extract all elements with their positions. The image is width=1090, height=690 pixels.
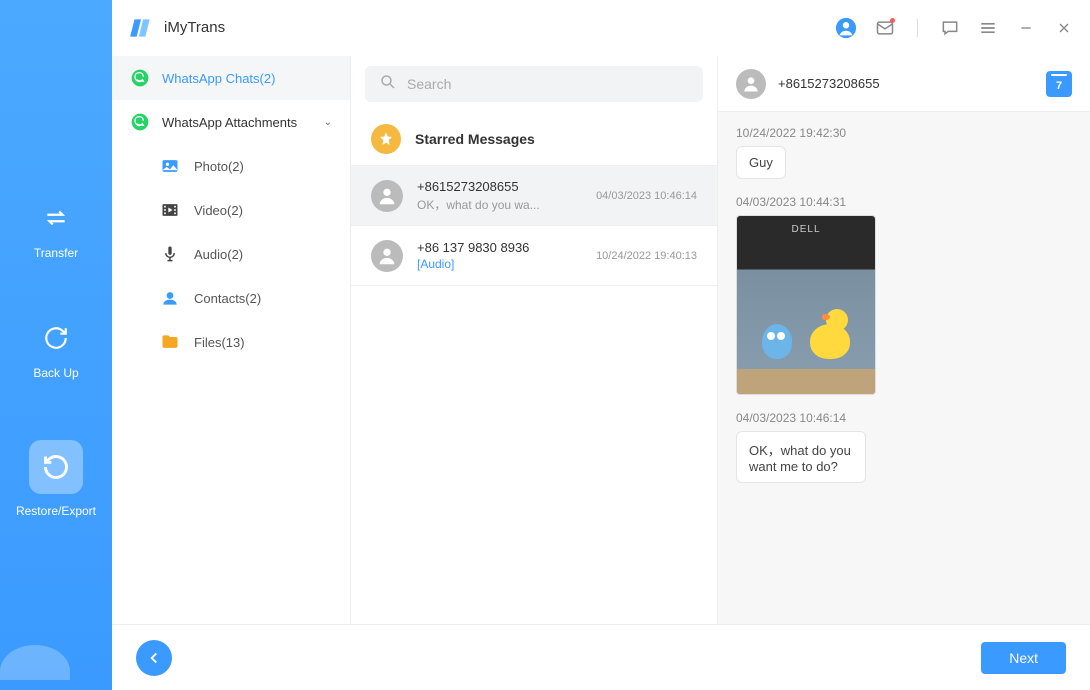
minimize-icon[interactable] <box>1016 18 1036 38</box>
category-contacts[interactable]: Contacts(2) <box>112 276 350 320</box>
conversation-header: +8615273208655 7 <box>718 56 1090 112</box>
avatar-icon <box>371 240 403 272</box>
nav-transfer-label: Transfer <box>34 246 78 260</box>
next-button[interactable]: Next <box>981 642 1066 674</box>
close-icon[interactable] <box>1054 18 1074 38</box>
header-icons <box>835 17 1074 39</box>
footer-bar: Next <box>112 624 1090 690</box>
transfer-icon <box>38 200 74 236</box>
category-video-label: Video(2) <box>194 203 243 218</box>
search-box[interactable] <box>365 66 703 102</box>
header-divider <box>917 19 918 37</box>
conversation-title: +8615273208655 <box>778 76 1034 91</box>
category-attachments-label: WhatsApp Attachments <box>162 115 297 130</box>
nav-backup-label: Back Up <box>33 366 78 380</box>
left-sidebar: Transfer Back Up Restore/Export <box>0 0 112 690</box>
conversation-panel: +8615273208655 7 10/24/2022 19:42:30 Guy… <box>718 56 1090 624</box>
category-whatsapp-attachments[interactable]: WhatsApp Attachments ⌄ <box>112 100 350 144</box>
audio-icon <box>160 244 180 264</box>
message-1: 04/03/2023 10:44:31 <box>736 195 1072 395</box>
avatar-icon <box>736 69 766 99</box>
search-input[interactable] <box>407 76 689 92</box>
backup-icon <box>38 320 74 356</box>
user-account-icon[interactable] <box>835 17 857 39</box>
chat-preview: [Audio] <box>417 257 582 271</box>
feedback-icon[interactable] <box>940 18 960 38</box>
whatsapp-icon <box>130 68 150 88</box>
conversation-body[interactable]: 10/24/2022 19:42:30 Guy 04/03/2023 10:44… <box>718 112 1090 624</box>
nav-restore-export[interactable]: Restore/Export <box>16 440 96 518</box>
chat-name: +86 137 9830 8936 <box>417 240 582 255</box>
content-row: WhatsApp Chats(2) WhatsApp Attachments ⌄… <box>112 56 1090 624</box>
category-files-label: Files(13) <box>194 335 245 350</box>
cloud-decoration <box>0 645 70 680</box>
chat-preview: OK，what do you wa... <box>417 196 582 213</box>
whatsapp-icon <box>130 112 150 132</box>
calendar-day: 7 <box>1056 80 1062 92</box>
message-2: 04/03/2023 10:46:14 OK，what do you want … <box>736 411 1072 483</box>
category-chats-label: WhatsApp Chats(2) <box>162 71 275 86</box>
category-audio-label: Audio(2) <box>194 247 243 262</box>
chat-row-0[interactable]: +8615273208655 OK，what do you wa... 04/0… <box>351 166 717 226</box>
message-timestamp: 10/24/2022 19:42:30 <box>736 126 1072 140</box>
chat-list-panel: Starred Messages +8615273208655 OK，what … <box>350 56 718 624</box>
chat-name: +8615273208655 <box>417 179 582 194</box>
video-icon <box>160 200 180 220</box>
category-files[interactable]: Files(13) <box>112 320 350 364</box>
restore-icon <box>29 440 83 494</box>
message-timestamp: 04/03/2023 10:46:14 <box>736 411 1072 425</box>
category-audio[interactable]: Audio(2) <box>112 232 350 276</box>
category-whatsapp-chats[interactable]: WhatsApp Chats(2) <box>112 56 350 100</box>
starred-label: Starred Messages <box>415 131 535 147</box>
nav-restore-label: Restore/Export <box>16 504 96 518</box>
nav-transfer[interactable]: Transfer <box>34 200 78 260</box>
calendar-icon[interactable]: 7 <box>1046 71 1072 97</box>
star-icon <box>371 124 401 154</box>
mail-icon[interactable] <box>875 18 895 38</box>
starred-messages-row[interactable]: Starred Messages <box>351 112 717 166</box>
chat-row-1[interactable]: +86 137 9830 8936 [Audio] 10/24/2022 19:… <box>351 226 717 286</box>
message-timestamp: 04/03/2023 10:44:31 <box>736 195 1072 209</box>
avatar-icon <box>371 180 403 212</box>
message-image[interactable] <box>736 215 876 395</box>
back-button[interactable] <box>136 640 172 676</box>
chat-time: 10/24/2022 19:40:13 <box>596 250 697 262</box>
message-text: OK，what do you want me to do? <box>736 431 866 483</box>
category-panel: WhatsApp Chats(2) WhatsApp Attachments ⌄… <box>112 56 350 624</box>
menu-icon[interactable] <box>978 18 998 38</box>
logo-wrap: iMyTrans <box>128 15 225 41</box>
message-0: 10/24/2022 19:42:30 Guy <box>736 126 1072 179</box>
main-area: iMyTrans <box>112 0 1090 690</box>
photo-icon <box>160 156 180 176</box>
app-title: iMyTrans <box>164 19 225 36</box>
category-photo-label: Photo(2) <box>194 159 244 174</box>
header-bar: iMyTrans <box>112 0 1090 56</box>
message-text: Guy <box>736 146 786 179</box>
files-icon <box>160 332 180 352</box>
search-icon <box>379 73 397 96</box>
category-photo[interactable]: Photo(2) <box>112 144 350 188</box>
category-video[interactable]: Video(2) <box>112 188 350 232</box>
chevron-down-icon: ⌄ <box>324 117 332 128</box>
category-contacts-label: Contacts(2) <box>194 291 261 306</box>
contacts-icon <box>160 288 180 308</box>
nav-backup[interactable]: Back Up <box>33 320 78 380</box>
app-logo-icon <box>128 15 154 41</box>
chat-time: 04/03/2023 10:46:14 <box>596 190 697 202</box>
